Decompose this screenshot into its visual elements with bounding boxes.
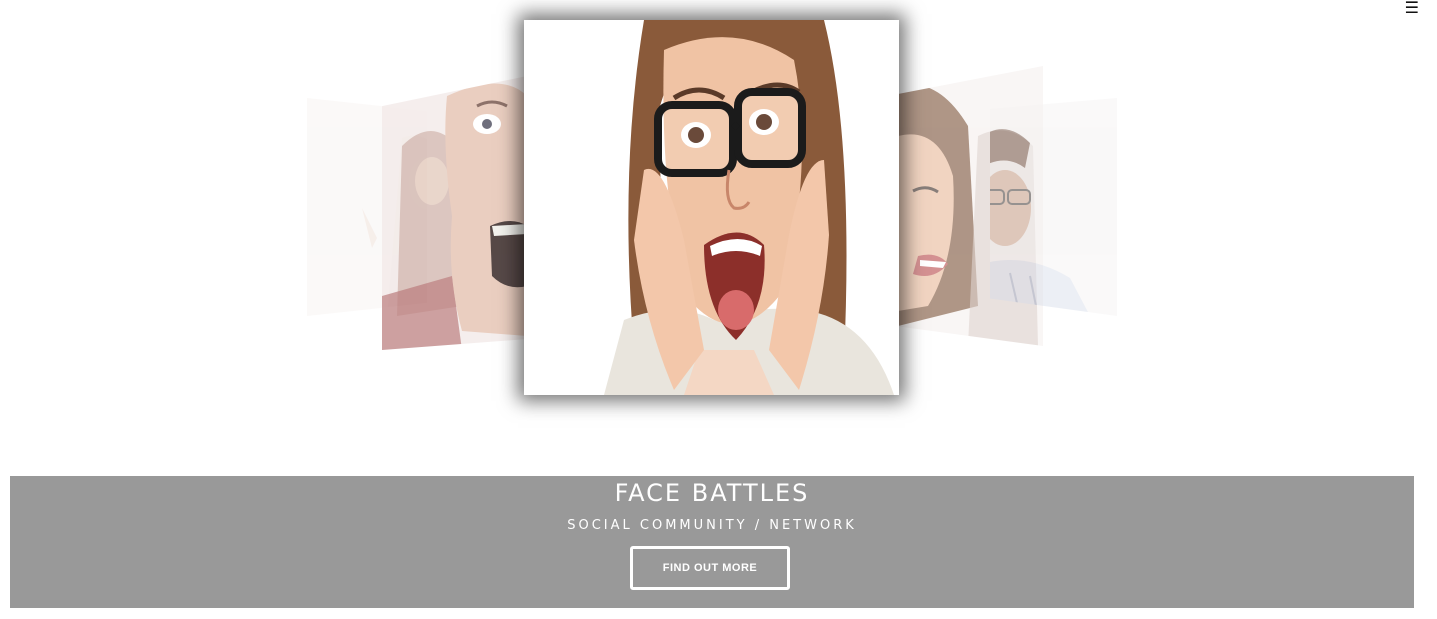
carousel-slide-center[interactable] [524, 20, 899, 395]
photo-carousel[interactable] [0, 0, 1437, 440]
site-title: FACE BATTLES [614, 479, 810, 507]
man-screaming-image [382, 76, 527, 350]
carousel-slide-far-right[interactable] [990, 98, 1117, 316]
find-out-more-button[interactable]: FIND OUT MORE [630, 546, 790, 590]
man-glasses-image [990, 98, 1117, 316]
hero-banner: FACE BATTLES SOCIAL COMMUNITY / NETWORK … [10, 476, 1414, 608]
carousel-slide-near-left[interactable] [382, 76, 527, 350]
page: ☰ FACE BATTLES SOCIAL COMMUNITY / NETWOR… [0, 0, 1437, 619]
site-subtitle: SOCIAL COMMUNITY / NETWORK [567, 518, 857, 533]
woman-glasses-screaming-image [524, 20, 899, 395]
